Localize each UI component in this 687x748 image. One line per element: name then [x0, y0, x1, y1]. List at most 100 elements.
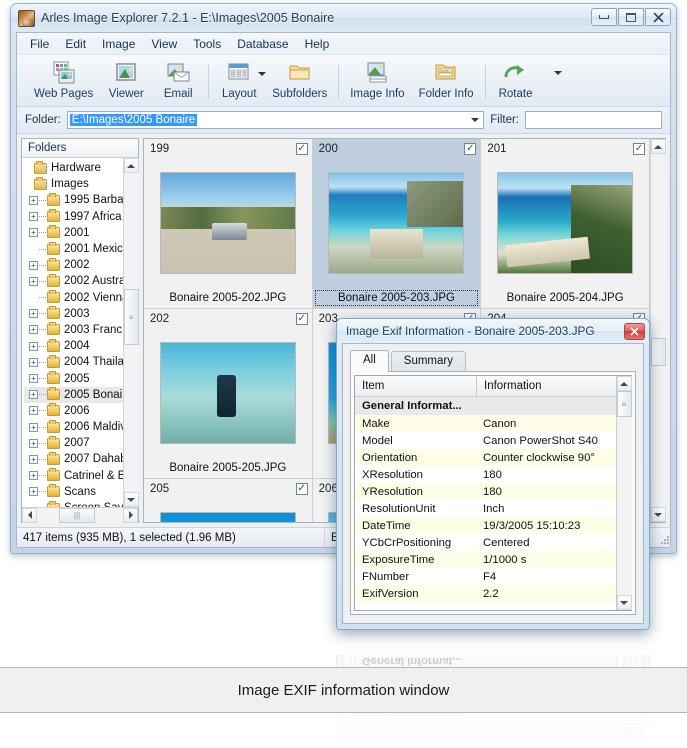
- filter-input[interactable]: [525, 111, 662, 129]
- scroll-thumb-thumbs[interactable]: [650, 338, 666, 366]
- toolbar-button-folder-info[interactable]: Folder Info: [412, 58, 481, 100]
- folder-tree-item[interactable]: +2005: [24, 370, 123, 386]
- exif-row[interactable]: DateTime 19/3/2005 15:10:23: [355, 517, 616, 534]
- toolbar-button-layout[interactable]: Layout: [213, 58, 267, 100]
- exif-row[interactable]: Orientation Counter clockwise 90°: [355, 449, 616, 466]
- expand-plus-icon[interactable]: +: [29, 309, 38, 319]
- menu-tools[interactable]: Tools: [185, 34, 229, 54]
- exif-row[interactable]: Model Canon PowerShot S40: [355, 432, 616, 449]
- folder-tree-item[interactable]: +1997 Africa: [24, 209, 123, 225]
- expand-plus-icon[interactable]: +: [29, 454, 38, 464]
- chevron-down-icon-rotate[interactable]: [553, 71, 562, 75]
- thumbnail-photo[interactable]: [159, 172, 296, 274]
- thumbnail-checkbox[interactable]: ✓: [295, 312, 308, 325]
- menu-database[interactable]: Database: [229, 34, 296, 54]
- maximize-button[interactable]: [618, 8, 644, 26]
- expand-plus-icon[interactable]: +: [29, 228, 38, 238]
- expand-plus-icon[interactable]: +: [29, 276, 38, 286]
- thumbnail-cell[interactable]: 200 ✓ Bonaire 2005-203.JPG: [312, 139, 482, 309]
- exif-row[interactable]: ExifVersion 2.2: [355, 585, 616, 602]
- thumbnail-image-area[interactable]: [144, 158, 312, 288]
- folder-tree-item[interactable]: +2007: [24, 435, 123, 451]
- expand-plus-icon[interactable]: +: [29, 438, 38, 448]
- exif-column-item[interactable]: Item: [355, 376, 477, 396]
- expand-plus-icon[interactable]: +: [29, 325, 38, 335]
- scroll-up-button-exif[interactable]: [616, 376, 632, 391]
- toolbar-button-image-info[interactable]: Image Info: [343, 58, 411, 100]
- thumbnail-image-area[interactable]: [144, 328, 312, 458]
- thumbnail-checkbox[interactable]: ✓: [295, 482, 308, 495]
- thumbnail-checkbox[interactable]: ✓: [464, 142, 477, 155]
- scroll-track-thumbs[interactable]: [650, 154, 666, 507]
- exif-column-information[interactable]: Information: [477, 376, 616, 396]
- expand-plus-icon[interactable]: +: [29, 374, 38, 384]
- thumbnails-vscrollbar[interactable]: [650, 139, 666, 522]
- exif-row[interactable]: General Informat...: [355, 397, 616, 415]
- thumbnail-photo[interactable]: [159, 512, 296, 522]
- toolbar-button-rotate[interactable]: Rotate: [490, 58, 542, 100]
- thumbnail-checkbox[interactable]: ✓: [633, 142, 645, 155]
- scroll-htrack-tree[interactable]: |||: [37, 507, 123, 523]
- close-button[interactable]: [645, 8, 671, 26]
- exif-vscrollbar[interactable]: ≡: [616, 376, 632, 610]
- folder-tree-item[interactable]: +2007 Dahab: [24, 451, 123, 467]
- folder-tree-hscrollbar[interactable]: |||: [22, 507, 138, 523]
- folder-tree-item[interactable]: +2003: [24, 306, 123, 322]
- folder-tree-item[interactable]: +1995 Barba: [24, 192, 123, 208]
- chevron-down-icon-folder[interactable]: [471, 112, 480, 128]
- folder-tree-item[interactable]: +2004 Thaila: [24, 354, 123, 370]
- toolbar-button-subfolders[interactable]: Subfolders: [265, 58, 334, 100]
- scroll-thumb-exif[interactable]: ≡: [616, 391, 632, 417]
- scroll-left-button-tree[interactable]: [22, 507, 37, 523]
- menu-help[interactable]: Help: [297, 34, 338, 54]
- scroll-down-button-tree[interactable]: [123, 492, 139, 507]
- toolbar-button-viewer[interactable]: Viewer: [100, 58, 152, 100]
- thumbnail-image-area[interactable]: [313, 158, 481, 288]
- toolbar-button-email[interactable]: Email: [152, 58, 204, 100]
- toolbar-button-web-pages[interactable]: Web Pages: [27, 58, 100, 100]
- thumbnail-image-area[interactable]: [481, 158, 649, 288]
- tab-all[interactable]: All: [350, 350, 389, 372]
- expand-plus-icon[interactable]: +: [29, 357, 38, 367]
- folder-tree-item[interactable]: +2002 Austra: [24, 273, 123, 289]
- thumbnail-cell[interactable]: 201 ✓ Bonaire 2005-204.JPG: [481, 139, 650, 309]
- exif-row[interactable]: YCbCrPositioning Centered: [355, 534, 616, 551]
- expand-plus-icon[interactable]: +: [29, 212, 38, 222]
- expand-plus-icon[interactable]: +: [29, 390, 38, 400]
- folder-tree[interactable]: Hardware Images +1995 Barba +1997 Africa +20…: [22, 158, 123, 507]
- folder-tree-item[interactable]: Screen Sav: [24, 500, 123, 507]
- folder-tree-item[interactable]: +2001: [24, 225, 123, 241]
- menu-file[interactable]: File: [22, 34, 57, 54]
- expand-plus-icon[interactable]: +: [29, 260, 38, 270]
- menu-image[interactable]: Image: [94, 34, 143, 54]
- folder-tree-item[interactable]: + Scans: [24, 484, 123, 500]
- folder-tree-item[interactable]: +2006: [24, 403, 123, 419]
- expand-plus-icon[interactable]: +: [29, 487, 38, 497]
- expand-plus-icon[interactable]: +: [29, 422, 38, 432]
- folder-tree-item[interactable]: +2006 Maldiv: [24, 419, 123, 435]
- folder-tree-item[interactable]: 2001 Mexic: [24, 241, 123, 257]
- scroll-right-button-tree[interactable]: [123, 507, 138, 523]
- thumbnail-cell[interactable]: 199 ✓ Bonaire 2005-202.JPG: [144, 139, 313, 309]
- thumbnail-checkbox[interactable]: ✓: [295, 142, 308, 155]
- folder-tree-item[interactable]: Hardware: [24, 160, 123, 176]
- thumbnail-photo[interactable]: [328, 172, 465, 274]
- expand-plus-icon[interactable]: +: [29, 471, 38, 481]
- scroll-down-button-exif[interactable]: [616, 595, 632, 610]
- exif-grid-rows[interactable]: General Informat... Make Canon Model Canon P…: [355, 397, 616, 610]
- thumbnail-photo[interactable]: [497, 172, 634, 274]
- minimize-button[interactable]: [591, 8, 617, 26]
- menu-edit[interactable]: Edit: [57, 34, 94, 54]
- thumbnail-photo[interactable]: [159, 342, 296, 444]
- exif-row[interactable]: ExposureTime 1/1000 s: [355, 551, 616, 568]
- folder-tree-item[interactable]: +2004: [24, 338, 123, 354]
- folder-tree-item[interactable]: Images: [24, 176, 123, 192]
- exif-dialog-close-button[interactable]: [624, 322, 645, 340]
- tab-summary[interactable]: Summary: [390, 351, 466, 372]
- scroll-down-button-thumbs[interactable]: [650, 507, 666, 522]
- folder-tree-item[interactable]: +2002: [24, 257, 123, 273]
- folder-tree-item[interactable]: 2002 Vienna: [24, 290, 123, 306]
- exif-row[interactable]: YResolution 180: [355, 483, 616, 500]
- scroll-thumb-tree[interactable]: ≡: [123, 289, 139, 345]
- thumbnail-image-area[interactable]: [144, 498, 312, 522]
